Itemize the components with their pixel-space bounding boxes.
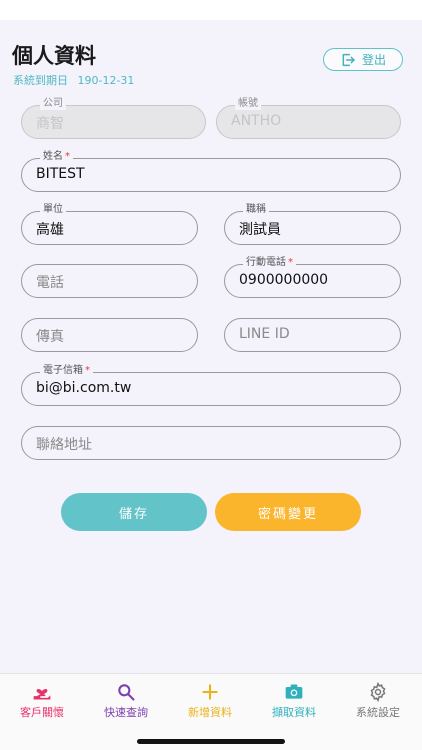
plus-icon (202, 684, 218, 700)
email-field[interactable]: 電子信箱 * bi@bi.com.tw (21, 365, 401, 406)
name-field[interactable]: 姓名 * BITEST (21, 151, 401, 192)
logout-icon (342, 53, 355, 66)
email-label: 電子信箱 * (40, 365, 93, 377)
company-label: 公司 (40, 98, 66, 110)
tab-quick-search-label: 快速查詢 (104, 706, 148, 719)
page-title: 個人資料 (12, 44, 96, 68)
phone-placeholder: 電話 (36, 275, 64, 291)
tab-customer-care[interactable]: 客戶關懷 (0, 682, 84, 722)
account-field: 帳號 ANTHO (216, 98, 401, 139)
logout-button[interactable]: 登出 (323, 48, 403, 71)
tab-system-settings[interactable]: 系統設定 (336, 682, 420, 722)
email-value: bi@bi.com.tw (36, 380, 132, 396)
tab-add-data[interactable]: 新增資料 (168, 682, 252, 722)
fax-placeholder: 傳真 (36, 329, 64, 345)
tab-capture-data[interactable]: 擷取資料 (252, 682, 336, 722)
address-field[interactable]: 聯絡地址 (21, 426, 401, 460)
fax-field[interactable]: 傳真 (21, 318, 198, 352)
expiry-date: 系統到期日 190-12-31 (13, 72, 134, 88)
phone-field[interactable]: 電話 (21, 264, 198, 298)
tab-customer-care-label: 客戶關懷 (20, 706, 64, 719)
name-value: BITEST (36, 166, 85, 182)
status-bar (0, 0, 422, 20)
change-password-button[interactable]: 密碼變更 (215, 493, 361, 531)
unit-label: 單位 (40, 204, 66, 216)
account-value: ANTHO (231, 113, 282, 129)
heart-hand-icon (33, 689, 51, 700)
expiry-value: 190-12-31 (77, 74, 135, 87)
name-label: 姓名 * (40, 151, 73, 163)
camera-icon (285, 684, 303, 699)
job-title-field[interactable]: 職稱 測試員 (224, 204, 401, 245)
tab-quick-search[interactable]: 快速查詢 (84, 682, 168, 722)
save-button[interactable]: 儲存 (61, 493, 207, 531)
tab-capture-data-label: 擷取資料 (272, 706, 316, 719)
mobile-value: 0900000000 (239, 272, 329, 288)
tab-system-settings-label: 系統設定 (356, 706, 400, 719)
job-title-label: 職稱 (243, 204, 269, 216)
line-id-field[interactable]: LINE ID (224, 318, 401, 352)
search-icon (118, 684, 135, 701)
unit-value: 高雄 (36, 222, 64, 238)
company-field: 公司 商智 (21, 98, 206, 139)
unit-field[interactable]: 單位 高雄 (21, 204, 198, 245)
mobile-field[interactable]: 行動電話 * 0900000000 (224, 257, 401, 298)
mobile-label: 行動電話 * (243, 257, 296, 269)
account-label: 帳號 (235, 98, 261, 110)
expiry-label: 系統到期日 (13, 74, 68, 87)
company-value: 商智 (36, 116, 64, 132)
tab-add-data-label: 新增資料 (188, 706, 232, 719)
address-placeholder: 聯絡地址 (36, 437, 92, 453)
job-title-value: 測試員 (239, 222, 281, 238)
line-id-placeholder: LINE ID (239, 326, 290, 342)
logout-label: 登出 (361, 53, 386, 67)
gear-icon (370, 682, 386, 702)
home-indicator (137, 739, 285, 744)
